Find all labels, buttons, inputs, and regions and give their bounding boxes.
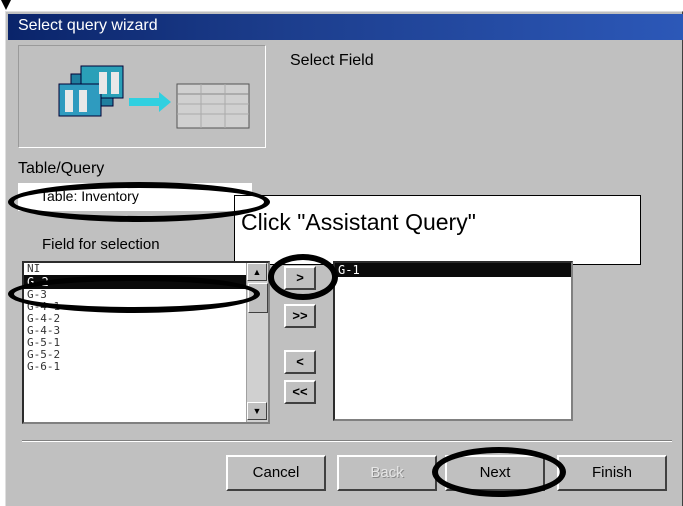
available-fields-list[interactable]: NI G-2 G-3 G-4-1 G-4-2 G-4-3 G-5-1 G-5-2…: [22, 261, 270, 424]
add-field-button[interactable]: >: [284, 266, 316, 290]
list-item[interactable]: G-4-2: [24, 313, 268, 325]
table-query-label: Table/Query: [18, 160, 105, 177]
remove-field-button[interactable]: <: [284, 350, 316, 374]
next-button[interactable]: Next: [445, 455, 545, 491]
divider: [22, 440, 672, 442]
instruction-callout: Click "Assistant Query": [234, 195, 641, 265]
finish-button[interactable]: Finish: [557, 455, 667, 491]
scroll-up-icon[interactable]: ▲: [247, 263, 267, 281]
cancel-button[interactable]: Cancel: [226, 455, 326, 491]
list-item[interactable]: G-4-3: [24, 325, 268, 337]
pointer-arrow-icon: [1, 0, 11, 10]
scroll-thumb[interactable]: [248, 283, 268, 313]
table-query-select[interactable]: Table: Inventory: [18, 183, 252, 211]
wizard-illustration: [18, 45, 266, 148]
remove-all-fields-button[interactable]: <<: [284, 380, 316, 404]
list-item[interactable]: G-3: [24, 289, 268, 301]
list-item[interactable]: G-5-1: [24, 337, 268, 349]
add-all-fields-button[interactable]: >>: [284, 304, 316, 328]
list-item-selected[interactable]: G-2: [24, 275, 268, 289]
selected-fields-list[interactable]: G-1: [333, 261, 573, 421]
list-item[interactable]: G-6-1: [24, 361, 268, 373]
title-bar: Select query wizard: [8, 14, 683, 40]
available-list-scrollbar[interactable]: ▲ ▼: [246, 263, 268, 422]
list-item[interactable]: NI: [24, 263, 268, 275]
window-title: Select query wizard: [18, 17, 158, 34]
scroll-down-icon[interactable]: ▼: [247, 402, 267, 420]
step-heading: Select Field: [290, 52, 374, 69]
available-fields-label: Field for selection: [42, 236, 160, 253]
list-item-selected[interactable]: G-1: [335, 263, 571, 277]
back-button[interactable]: Back: [337, 455, 437, 491]
list-item[interactable]: G-5-2: [24, 349, 268, 361]
tables-to-query-icon: [58, 65, 250, 129]
list-item[interactable]: G-4-1: [24, 301, 268, 313]
